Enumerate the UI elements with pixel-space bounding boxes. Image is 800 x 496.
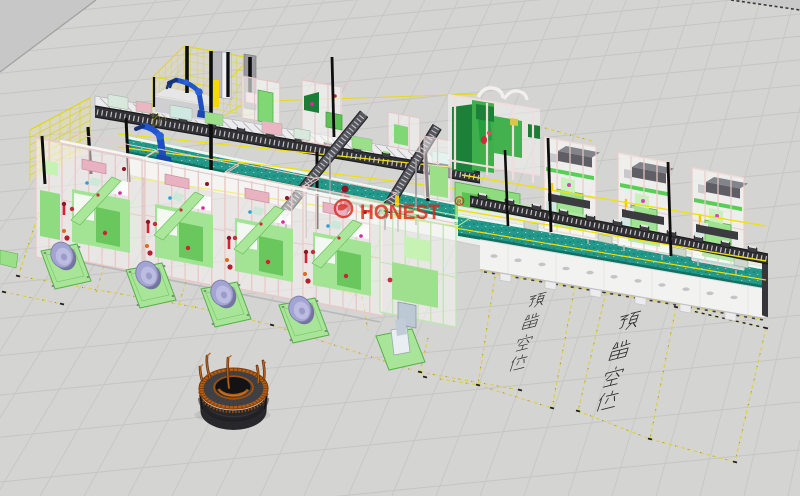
svg-text:R: R <box>457 200 462 206</box>
svg-text:HONEST: HONEST <box>360 201 440 224</box>
